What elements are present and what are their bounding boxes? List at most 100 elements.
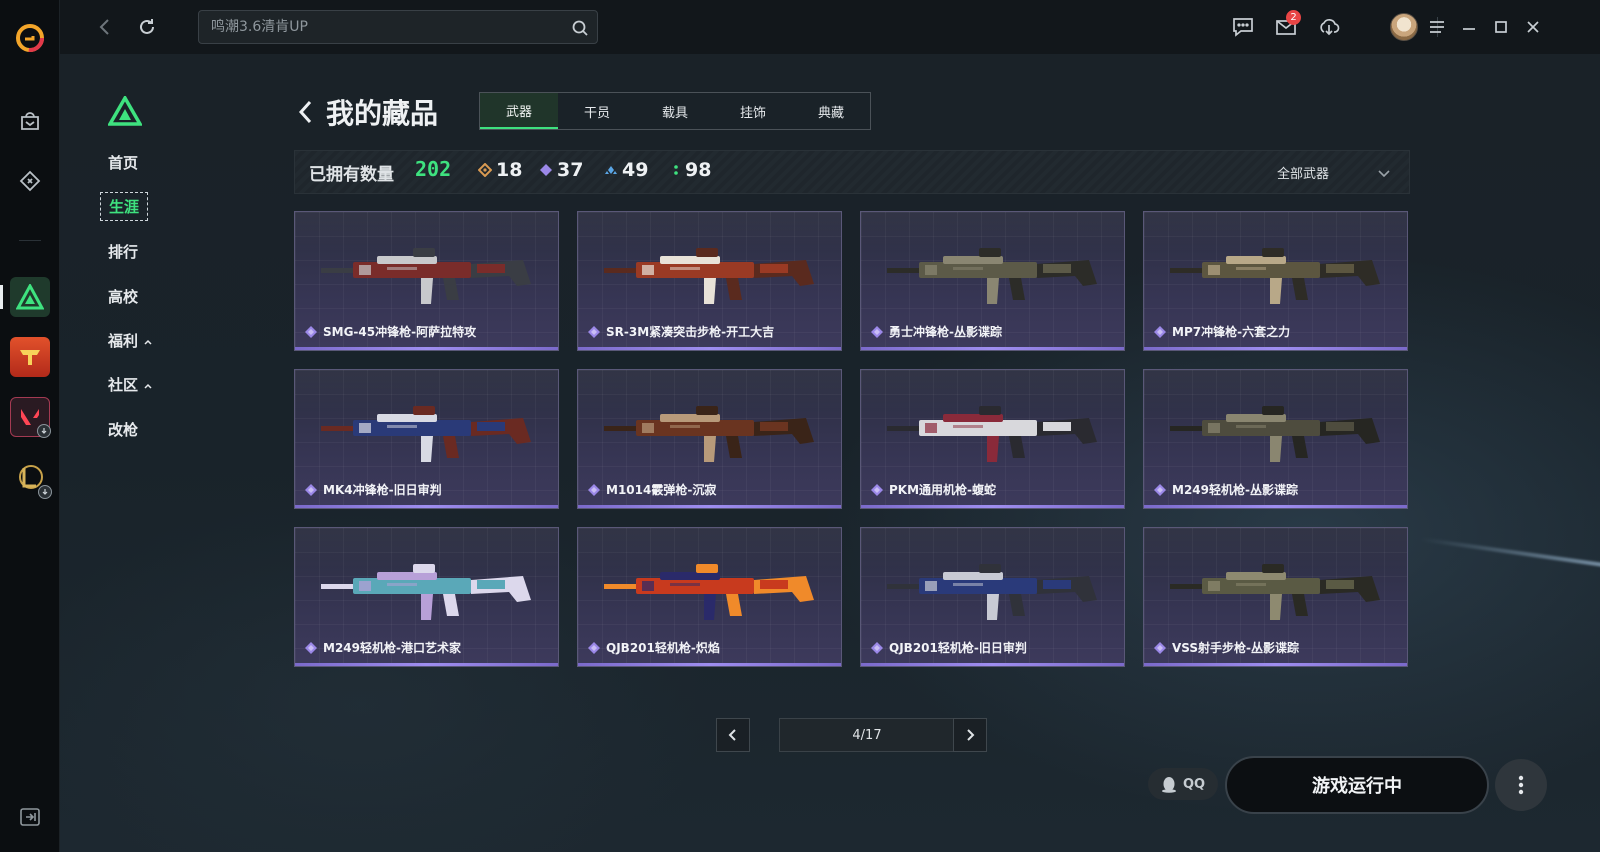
rail-game-valorant-icon[interactable] [10,397,51,438]
weapon-name: PKM通用机枪-蝮蛇 [889,483,997,497]
weapon-card-label: M1014霰弹枪-沉寂 [588,481,716,498]
stat-green-value: 98 [685,159,712,181]
weapon-card-label: QJB201轻机枪-旧日审判 [871,639,1027,656]
download-icon [1320,19,1340,36]
weapon-card[interactable]: QJB201轻机枪-炽焰 [577,527,842,667]
back-button[interactable] [90,12,120,42]
coupon-icon[interactable] [10,161,50,201]
close-button[interactable] [1518,12,1548,42]
maximize-icon [1495,21,1507,33]
game-running-button[interactable]: 游戏运行中 [1225,756,1489,814]
rarity-purple-icon [1154,641,1166,654]
weapon-name: MP7冲锋枪-六套之力 [1172,325,1291,339]
owned-total: 202 [415,157,452,181]
prev-page-button[interactable] [716,718,750,752]
search-icon[interactable] [571,19,589,37]
close-icon [1527,21,1539,33]
weapon-image [321,248,531,304]
weapon-image [1170,248,1380,304]
more-options-button[interactable] [1495,759,1547,811]
search-input[interactable] [211,11,551,43]
weapon-card-label: M249轻机枪-港口艺术家 [305,639,461,656]
store-icon[interactable] [10,101,50,141]
stat-orange-value: 18 [496,159,523,181]
menu-icon [1430,21,1444,33]
rarity-purple-icon [540,164,552,176]
nav-community[interactable]: 社区 [108,374,153,395]
weapon-card[interactable]: PKM通用机枪-蝮蛇 [860,369,1125,509]
content-area: 首页 生涯 排行 高校 福利 社区 改枪 我的藏品 武器 干员 载具 挂饰 典藏… [60,54,1600,852]
nav-welfare[interactable]: 福利 [108,330,153,351]
chevron-left-icon [728,729,736,741]
weapon-name: M1014霰弹枪-沉寂 [606,483,717,497]
weapon-card[interactable]: 勇士冲锋枪-丛影谍踪 [860,211,1125,351]
weapon-card[interactable]: M249轻机枪-丛影谍踪 [1143,369,1408,509]
rarity-purple-icon [588,325,600,338]
maximize-button[interactable] [1486,12,1516,42]
refresh-button[interactable] [132,12,162,42]
collapse-sidebar-icon[interactable] [20,808,40,826]
more-vertical-icon [1518,775,1524,795]
ownership-stats: 已拥有数量 202 18 37 49 98 全部武器 [294,150,1410,194]
weapon-card[interactable]: MP7冲锋枪-六套之力 [1143,211,1408,351]
nav-gun-mod[interactable]: 改枪 [108,419,138,440]
search-box[interactable] [198,10,598,44]
stat-blue-value: 49 [622,159,649,181]
download-manager-button[interactable] [1314,12,1344,42]
rail-game-red-icon[interactable] [10,337,50,377]
chat-button[interactable] [1228,12,1258,42]
rail-game-lol-icon[interactable] [10,457,52,499]
weapon-card-label: VSS射手步枪-丛影谍踪 [1154,639,1299,656]
weapon-card[interactable]: M249轻机枪-港口艺术家 [294,527,559,667]
rarity-purple-icon [871,325,883,338]
user-avatar[interactable] [1390,13,1418,41]
weapon-card-label: QJB201轻机枪-炽焰 [588,639,720,656]
weapon-card[interactable]: SMG-45冲锋枪-阿萨拉特攻 [294,211,559,351]
nav-career[interactable]: 生涯 [100,192,149,221]
weapon-card-label: 勇士冲锋枪-丛影谍踪 [871,323,1002,340]
weapon-card-label: M249轻机枪-丛影谍踪 [1154,481,1298,498]
weapon-filter-dropdown[interactable]: 全部武器 [1277,163,1391,182]
rarity-purple-icon [305,325,317,338]
weapon-card-label: SMG-45冲锋枪-阿萨拉特攻 [305,323,476,340]
nav-home[interactable]: 首页 [108,152,138,173]
download-badge-icon [37,424,51,438]
weapon-card-label: SR-3M紧凑突击步枪-开工大吉 [588,323,774,340]
weapon-card-label: MP7冲锋枪-六套之力 [1154,323,1290,340]
tab-weapons[interactable]: 武器 [480,93,558,129]
rarity-purple-icon [871,483,883,496]
menu-button[interactable] [1422,12,1452,42]
tab-operators[interactable]: 干员 [558,93,636,129]
qq-button[interactable]: QQ [1148,768,1218,800]
rail-game-delta-icon[interactable] [10,277,50,317]
weapon-name: QJB201轻机枪-旧日审判 [889,641,1027,655]
weapon-card[interactable]: MK4冲锋枪-旧日审判 [294,369,559,509]
tab-vehicles[interactable]: 载具 [636,93,714,129]
weapon-card[interactable]: SR-3M紧凑突击步枪-开工大吉 [577,211,842,351]
mail-button[interactable]: 2 [1271,10,1301,42]
nav-ranking[interactable]: 排行 [108,241,138,262]
weapon-name: SR-3M紧凑突击步枪-开工大吉 [606,325,775,339]
chevron-up-icon [144,383,152,389]
weapon-image [1170,564,1380,620]
header-back-icon[interactable] [296,98,316,126]
qq-label: QQ [1182,776,1206,792]
weapon-image [604,248,814,304]
owned-label: 已拥有数量 [309,165,394,185]
rarity-orange-icon [478,163,492,177]
weapon-card[interactable]: M1014霰弹枪-沉寂 [577,369,842,509]
minimize-button[interactable] [1454,12,1484,42]
weapon-name: 勇士冲锋枪-丛影谍踪 [889,325,1002,339]
weapon-card[interactable]: VSS射手步枪-丛影谍踪 [1143,527,1408,667]
tab-collection[interactable]: 典藏 [792,93,870,129]
chevron-up-icon [144,339,152,345]
weapon-card[interactable]: QJB201轻机枪-旧日审判 [860,527,1125,667]
app-logo-icon[interactable] [10,18,50,58]
nav-campus[interactable]: 高校 [108,286,138,307]
weapon-image [604,564,814,620]
rarity-purple-icon [1154,325,1166,338]
next-page-button[interactable] [953,718,987,752]
stat-purple: 37 [539,159,583,181]
tab-charms[interactable]: 挂饰 [714,93,792,129]
collection-tabs: 武器 干员 载具 挂饰 典藏 [479,92,871,130]
